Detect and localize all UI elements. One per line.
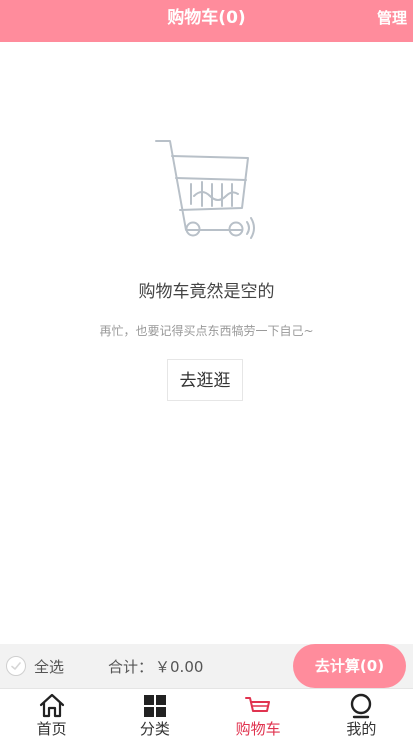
cart-icon (245, 697, 271, 712)
go-shopping-button[interactable]: 去逛逛 (167, 359, 243, 401)
bottom-tabbar: 首页 分类 购物车 我的 (0, 688, 413, 738)
home-icon (39, 693, 64, 718)
select-all-toggle[interactable]: 全选 (6, 654, 64, 678)
tab-cart-label: 购物车 (235, 720, 281, 738)
select-all-label: 全选 (34, 657, 65, 676)
page-title: 购物车(0) (167, 8, 246, 28)
checkout-bar: 全选 合计： ￥0.00 去计算(0) (0, 644, 413, 688)
category-grid-icon (143, 695, 166, 717)
tab-home[interactable]: 首页 (0, 689, 103, 738)
profile-icon (351, 693, 372, 719)
tab-category-label: 分类 (139, 720, 170, 738)
tab-home-label: 首页 (36, 720, 67, 738)
total-label: 合计： (108, 658, 154, 676)
empty-cart-state: 购物车竟然是空的 再忙，也要记得买点东西犒劳一下自己~ 去逛逛 (0, 42, 413, 644)
empty-cart-icon (155, 140, 255, 239)
checkbox-icon[interactable] (6, 656, 26, 676)
total-amount: ￥0.00 (155, 658, 204, 676)
tab-category[interactable]: 分类 (103, 689, 206, 738)
checkmark-icon (11, 662, 21, 670)
total-price: 合计： ￥0.00 (108, 656, 203, 677)
tab-profile-label: 我的 (346, 720, 377, 738)
tab-profile[interactable]: 我的 (310, 689, 413, 738)
tab-cart[interactable]: 购物车 (207, 689, 310, 738)
empty-cart-title: 购物车竟然是空的 (138, 282, 275, 302)
empty-cart-subtitle: 再忙，也要记得买点东西犒劳一下自己~ (99, 324, 314, 338)
checkout-button[interactable]: 去计算(0) (293, 644, 406, 688)
manage-button[interactable]: 管理 (377, 0, 407, 36)
top-header: 购物车(0) 管理 (0, 0, 413, 42)
